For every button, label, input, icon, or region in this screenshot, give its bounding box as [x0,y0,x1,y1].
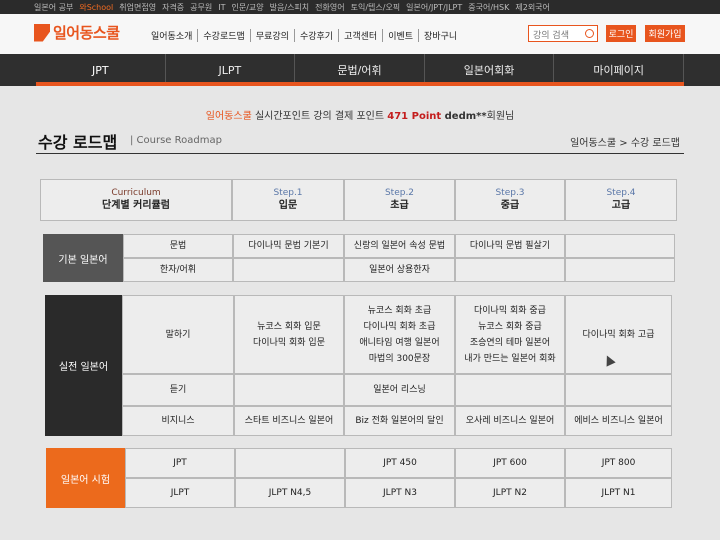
course-cell[interactable]: 에비스 비즈니스 일본어 [565,406,672,436]
course-cell [565,374,672,406]
topbar-item[interactable]: 토익/텝스/오픽 [351,2,401,13]
point-suffix: 회원님 [486,111,515,122]
main-nav: JPT JLPT 문법/어휘 일본어회화 마이페이지 [0,54,720,86]
global-nav: 일어동소개 수강로드맵 무료강의 수강후기 고객센터 이벤트 장바구니 [146,29,462,42]
search-input[interactable]: 강의 검색 [528,25,598,42]
topbar-item[interactable]: 일본어 공부 [34,2,73,13]
course-cell [233,258,344,282]
step-ko: 초급 [390,200,409,211]
join-button[interactable]: 회원가입 [645,25,685,42]
course-cell[interactable]: JLPT N2 [455,478,565,508]
site-logo[interactable]: 일어동스쿨 [34,22,120,43]
row-label-grammar: 문법 [123,234,233,258]
step-en: Step.1 [273,188,303,198]
course-cell [455,258,565,282]
point-value: 471 Point [387,111,442,122]
breadcrumb[interactable]: 일어동스쿨 > 수강 로드맵 [570,134,680,149]
login-button[interactable]: 로그인 [606,25,636,42]
course-cell [565,234,675,258]
header-curriculum: Curriculum 단계별 커리큘럼 [40,179,232,221]
topbar-highlight[interactable]: 와School [79,2,113,13]
course-cell[interactable]: 일본어 상용한자 [344,258,455,282]
course-cell[interactable]: 다이나믹 회화 중급 뉴코스 회화 중급 조승연의 테마 일본어 내가 만드는 … [455,295,565,374]
title-divider [36,153,684,154]
header-curriculum-ko: 단계별 커리큘럼 [102,200,170,211]
course-cell[interactable]: 다이나믹 문법 기본기 [233,234,344,258]
course-cell[interactable]: 일본어 리스닝 [344,374,455,406]
logo-icon [34,23,50,42]
step-en: Step.4 [606,188,636,198]
row-label-jpt: JPT [125,448,235,478]
gnb-item-reviews[interactable]: 수강후기 [295,29,340,42]
page-title: 수강 로드맵 [38,133,118,152]
course-cell[interactable]: 스타트 비즈니스 일본어 [234,406,344,436]
topbar-item[interactable]: IT [218,3,225,12]
gnb-item-cart[interactable]: 장바구니 [419,29,462,42]
header-curriculum-en: Curriculum [111,188,161,198]
course-cell [234,374,344,406]
category-basic: 기본 일본어 [43,234,123,282]
step-en: Step.2 [384,188,415,198]
site-header: 일어동스쿨 일어동소개 수강로드맵 무료강의 수강후기 고객센터 이벤트 장바구… [0,14,720,54]
topbar-item[interactable]: 중국어/HSK [468,2,509,13]
gnb-item-roadmap[interactable]: 수강로드맵 [198,29,251,42]
header-step-1: Step.1 입문 [232,179,344,221]
main-content: 일어동스쿨 실시간포인트 강의 결제 포인트 471 Point dedm**회… [0,86,720,540]
course-cell[interactable]: 신랑의 일본어 속성 문법 [344,234,455,258]
gnb-item-about[interactable]: 일어동소개 [146,29,199,42]
header-step-2: Step.2 초급 [344,179,455,221]
row-label-jlpt: JLPT [125,478,235,508]
course-cell[interactable]: JLPT N3 [345,478,455,508]
point-user: dedm** [441,111,487,122]
point-text: 실시간포인트 강의 결제 포인트 [251,111,388,122]
header-step-4: Step.4 고급 [565,179,677,221]
course-cell[interactable]: Biz 전화 일본어의 달인 [344,406,455,436]
gnb-item-events[interactable]: 이벤트 [383,29,420,42]
step-ko: 고급 [611,200,631,211]
row-label-listening: 듣기 [122,374,234,406]
topbar-item[interactable]: 취업면접영 [119,2,156,13]
course-cell[interactable]: JPT 600 [455,448,565,478]
course-cell[interactable]: JLPT N4,5 [235,478,345,508]
gnb-item-free[interactable]: 무료강의 [251,29,295,42]
row-label-speaking: 말하기 [122,295,234,374]
topbar-item[interactable]: 일본어/JPT/JLPT [406,2,462,13]
course-cell[interactable]: 뉴코스 회화 입문 다이나믹 회화 입문 [234,295,344,374]
search-icon[interactable] [585,29,594,38]
step-en: Step.3 [495,188,525,198]
course-cell [455,374,565,406]
topbar-item[interactable]: 전화영어 [315,2,344,13]
topbar-item[interactable]: 공무원 [190,2,212,13]
topbar-item[interactable]: 인문/교양 [232,2,264,13]
course-cell[interactable]: 다이나믹 문법 필살기 [455,234,565,258]
search-placeholder: 강의 검색 [533,31,569,41]
logo-text: 일어동스쿨 [53,24,120,42]
course-cell [565,258,675,282]
category-exam: 일본어 시험 [46,448,125,508]
page-subtitle: | Course Roadmap [130,135,222,146]
course-cell [235,448,345,478]
course-cell[interactable]: JLPT N1 [565,478,672,508]
row-label-business: 비지니스 [122,406,234,436]
point-brand: 일어동스쿨 [205,111,252,122]
course-cell[interactable]: JPT 450 [345,448,455,478]
topbar-item[interactable]: 자격증 [162,2,184,13]
top-utility-bar: 일본어 공부 와School 취업면접영 자격증 공무원 IT 인문/교양 발음… [0,0,720,14]
course-cell[interactable]: 뉴코스 회화 초급 다이나믹 회화 초급 애니타임 여행 일본어 마법의 300… [344,295,455,374]
step-ko: 중급 [500,200,520,211]
header-step-3: Step.3 중급 [455,179,565,221]
topbar-item[interactable]: 제2외국어 [515,2,550,13]
point-status: 일어동스쿨 실시간포인트 강의 결제 포인트 471 Point dedm**회… [0,107,720,122]
course-cell[interactable]: 오사레 비즈니스 일본어 [455,406,565,436]
step-ko: 입문 [278,200,298,211]
category-practical: 실전 일본어 [45,295,122,436]
row-label-kanji: 한자/어휘 [123,258,233,282]
gnb-item-support[interactable]: 고객센터 [339,29,384,42]
course-cell[interactable]: 다이나믹 회화 고급 [565,295,672,374]
topbar-item[interactable]: 발음/스피치 [270,2,310,13]
course-cell[interactable]: JPT 800 [565,448,672,478]
